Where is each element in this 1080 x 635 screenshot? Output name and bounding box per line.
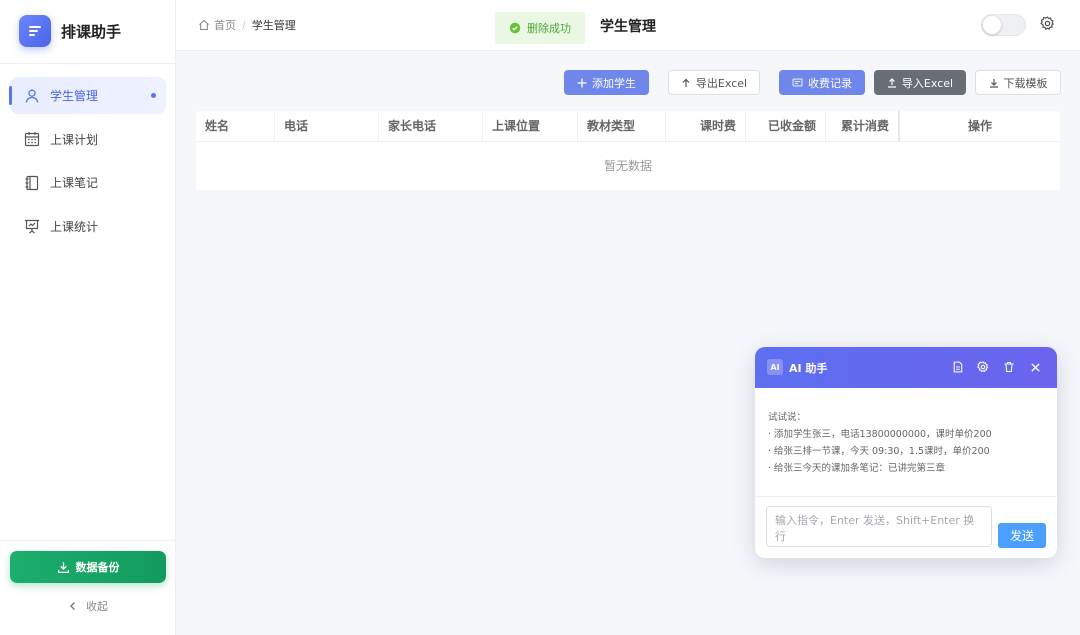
add-student-label: 添加学生 — [592, 76, 636, 90]
download-icon — [57, 561, 69, 573]
sidebar-item-students[interactable]: 学生管理 — [9, 77, 166, 114]
divider — [755, 496, 1057, 497]
sidebar: 排课助手 学生管理 上课计划 上课笔记 上课统计 数据备份 收起 — [0, 0, 176, 635]
success-toast: 删除成功 — [495, 12, 585, 44]
calendar-icon — [23, 130, 41, 148]
upload-icon — [887, 77, 896, 88]
download-template-label: 下载模板 — [1003, 76, 1048, 90]
close-icon[interactable] — [1028, 360, 1042, 374]
settings-gear-icon[interactable] — [1040, 16, 1055, 34]
trash-icon[interactable] — [1002, 360, 1016, 374]
ai-panel-header: AI AI 助手 — [755, 347, 1057, 388]
ai-command-input[interactable] — [766, 506, 992, 547]
theme-toggle[interactable] — [981, 14, 1026, 36]
sidebar-item-label: 上课笔记 — [50, 176, 99, 190]
receipt-icon — [792, 78, 803, 87]
active-indicator-dot — [151, 93, 156, 98]
check-circle-icon — [509, 22, 521, 34]
ai-badge: AI — [767, 359, 783, 375]
column-header-actions: 操作 — [898, 111, 1060, 142]
ai-suggestion-item: · 添加学生张三，电话13800000000，课时单价200 — [768, 429, 992, 440]
app-logo-icon — [19, 15, 51, 47]
download-icon — [989, 78, 998, 88]
collapse-label: 收起 — [86, 600, 108, 613]
breadcrumb-current: 学生管理 — [251, 19, 296, 32]
export-excel-label: 导出Excel — [695, 76, 748, 90]
column-header-textbook: 教材类型 — [578, 111, 666, 142]
plus-icon — [577, 78, 587, 87]
document-icon[interactable] — [951, 360, 965, 374]
user-icon — [23, 87, 41, 105]
table-header: 姓名 电话 家长电话 上课位置 教材类型 课时费 已收金额 累计消费 操作 — [196, 111, 1060, 142]
send-button[interactable]: 发送 — [998, 523, 1046, 548]
toggle-knob — [983, 16, 1001, 34]
breadcrumb-home-link[interactable]: 首页 — [214, 17, 236, 33]
sidebar-item-class-plan[interactable]: 上课计划 — [10, 121, 166, 158]
data-backup-label: 数据备份 — [75, 561, 120, 574]
export-excel-button[interactable]: 导出Excel — [668, 70, 760, 95]
sidebar-nav: 学生管理 上课计划 上课笔记 上课统计 — [9, 77, 166, 251]
sidebar-item-label: 学生管理 — [50, 89, 99, 103]
column-header-lesson-fee: 课时费 — [666, 111, 746, 142]
ai-suggestion-item: · 给张三今天的课加条笔记：已讲完第三章 — [768, 463, 946, 474]
column-header-phone: 电话 — [275, 111, 379, 142]
column-header-name: 姓名 — [196, 111, 275, 142]
ai-suggestion-item: · 给张三排一节课，今天 09:30，1.5课时，单价200 — [768, 446, 990, 457]
sidebar-item-class-stats[interactable]: 上课统计 — [10, 208, 166, 245]
brand: 排课助手 — [19, 15, 121, 47]
breadcrumb: 首页 / 学生管理 — [198, 17, 296, 33]
notebook-icon — [23, 174, 41, 192]
ai-suggestions-intro: 试试说： — [768, 412, 807, 423]
page-title: 学生管理 — [600, 19, 656, 35]
home-icon[interactable] — [198, 19, 210, 31]
column-header-total-spent: 累计消费 — [840, 119, 889, 133]
sidebar-item-label: 上课统计 — [50, 219, 99, 234]
add-student-button[interactable]: 添加学生 — [564, 70, 649, 95]
collapse-sidebar-button[interactable]: 收起 — [0, 598, 176, 614]
divider — [0, 540, 176, 541]
chevron-left-icon — [70, 602, 75, 610]
presentation-chart-icon — [23, 217, 41, 235]
ai-assistant-panel: AI AI 助手 试试说： · 添加学生张三，电话13800000000，课时单… — [755, 347, 1057, 558]
data-backup-button[interactable]: 数据备份 — [10, 551, 166, 583]
ai-panel-title: AI 助手 — [789, 362, 828, 375]
top-header: 首页 / 学生管理 删除成功 学生管理 — [176, 0, 1080, 51]
fee-records-button[interactable]: 收费记录 — [779, 70, 865, 95]
sidebar-item-class-notes[interactable]: 上课笔记 — [10, 164, 166, 201]
breadcrumb-separator: / — [242, 18, 246, 32]
import-excel-label: 导入Excel — [901, 76, 954, 90]
fee-records-label: 收费记录 — [808, 76, 852, 90]
table-empty-text: 暂无数据 — [603, 159, 652, 173]
column-header-location: 上课位置 — [483, 111, 578, 142]
arrow-up-icon — [682, 78, 690, 87]
sidebar-item-label: 上课计划 — [50, 132, 99, 147]
settings-gear-icon[interactable] — [976, 360, 990, 374]
column-header-received: 已收金额 — [746, 111, 826, 142]
toast-message: 删除成功 — [527, 22, 571, 35]
import-excel-button[interactable]: 导入Excel — [874, 70, 966, 95]
ai-suggestions: 试试说： · 添加学生张三，电话13800000000，课时单价200 · 给张… — [768, 409, 1048, 477]
divider — [0, 63, 176, 64]
students-table: 姓名 电话 家长电话 上课位置 教材类型 课时费 已收金额 累计消费 操作 暂无… — [196, 111, 1060, 190]
app-title: 排课助手 — [61, 22, 122, 41]
column-header-parent-phone: 家长电话 — [379, 111, 483, 142]
download-template-button[interactable]: 下载模板 — [975, 70, 1061, 95]
